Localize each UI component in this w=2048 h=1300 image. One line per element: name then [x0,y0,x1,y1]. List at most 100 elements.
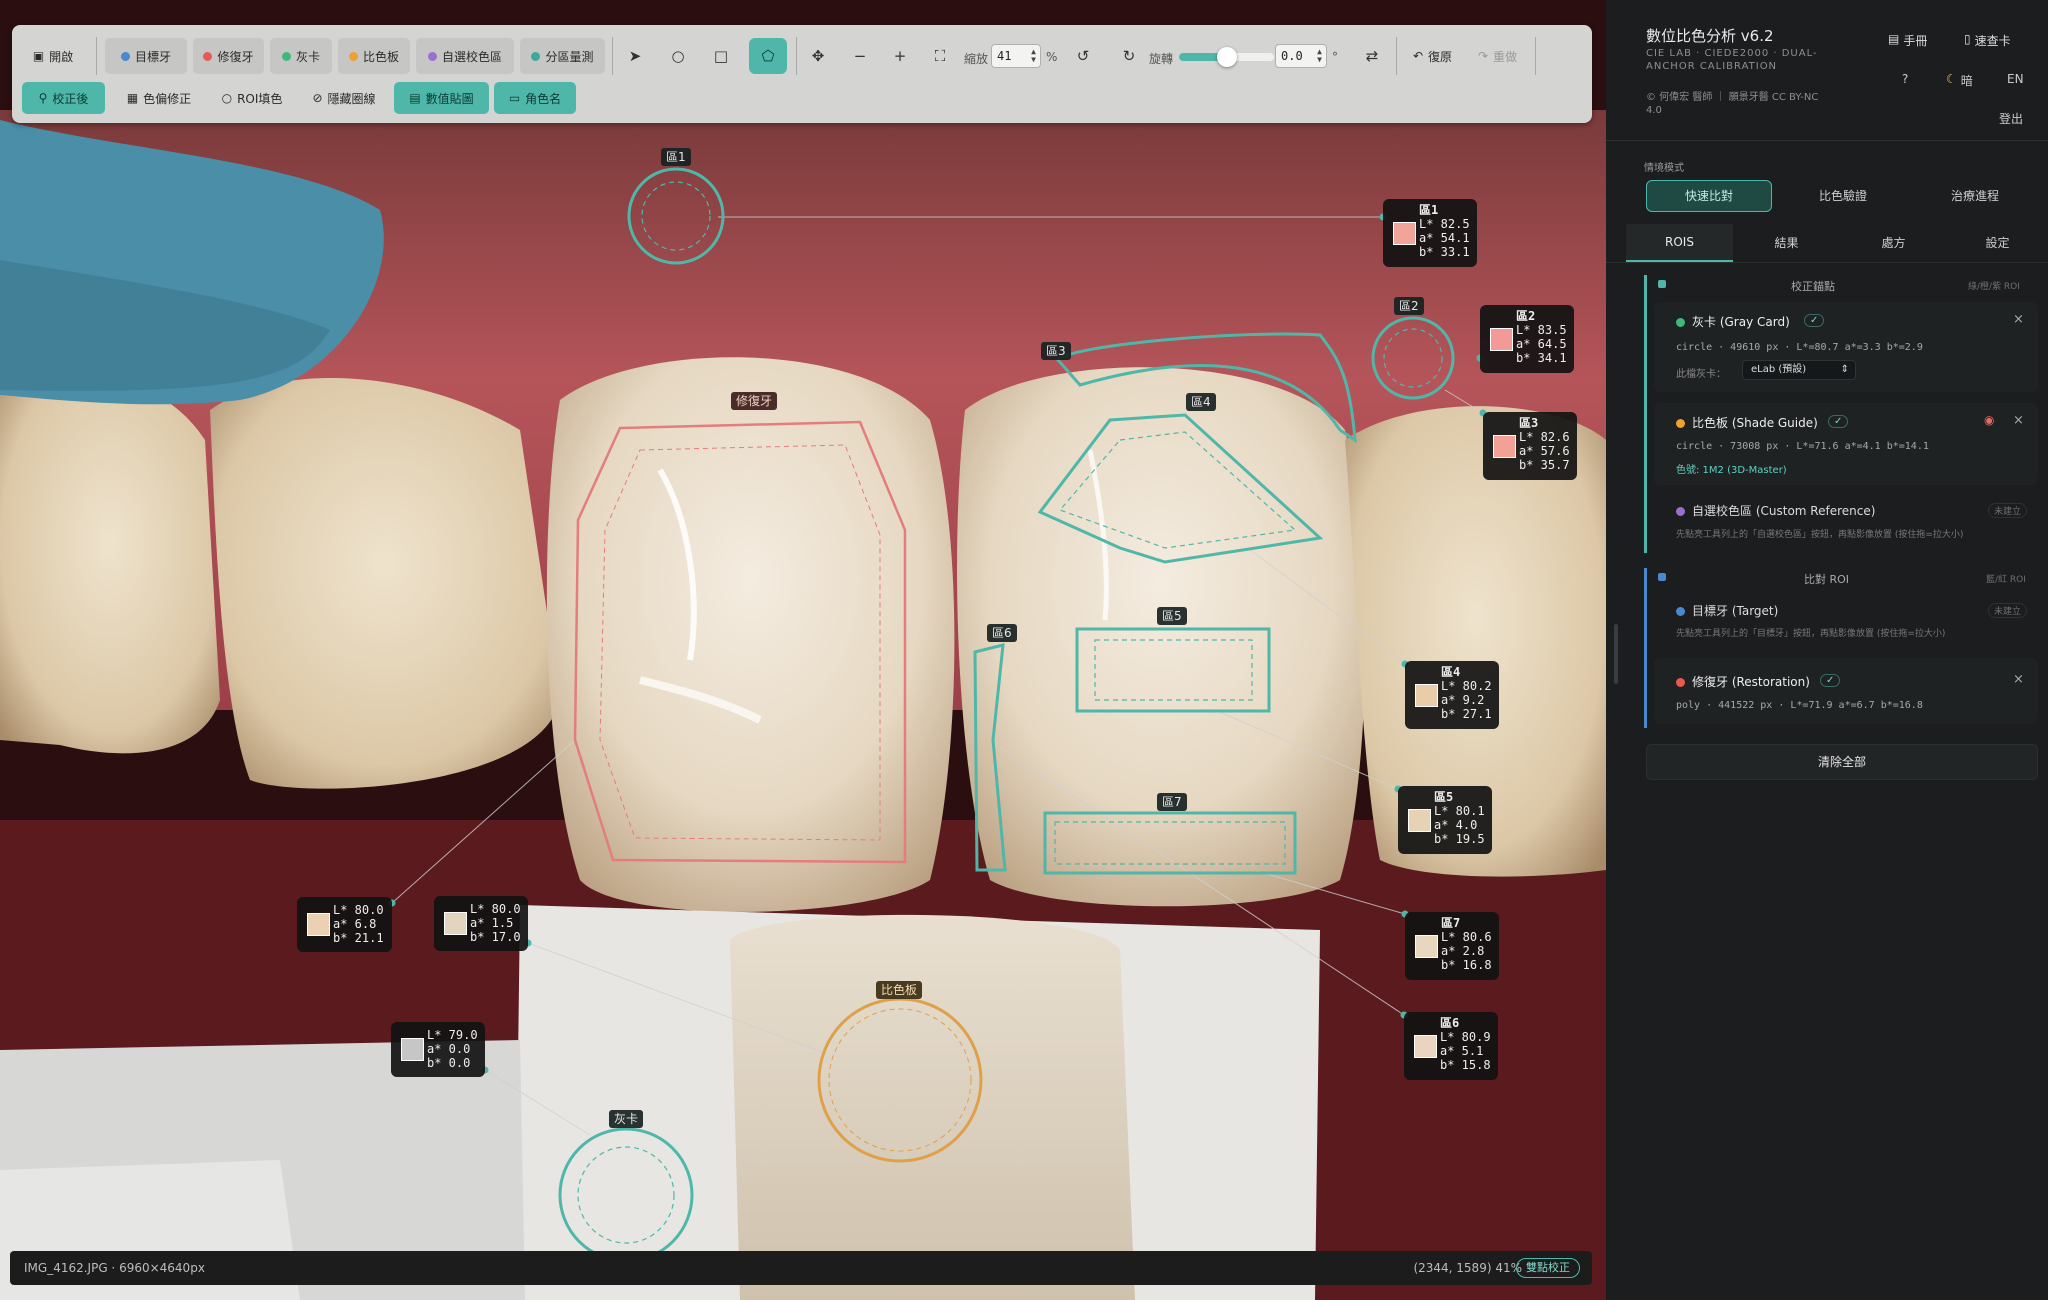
shade-guide-button[interactable]: 比色板 [338,38,410,74]
remove-restoration-button[interactable]: × [2013,672,2024,687]
zone-2-tag[interactable]: 區2 [1394,297,1424,315]
open-button[interactable]: ▣ 開啟 [22,38,84,74]
quick-card-button[interactable]: ▯ 速查卡 [1964,32,2011,49]
stepper-icon[interactable]: ▲ ▼ [1317,48,1322,64]
gray-card-select[interactable]: eLab (預設) ⇕ [1742,360,1856,380]
logout-button[interactable]: 登出 [1999,110,2023,127]
shade-guide-item[interactable]: 比色板 (Shade Guide) ✓ ◉ × circle · 73008 p… [1654,403,2038,485]
value-labels-toggle[interactable]: ▤ 數值貼圖 [394,82,489,114]
gray-card-value-card[interactable]: L* 79.0 a* 0.0 b* 0.0 [391,1022,485,1077]
dark-mode-toggle[interactable]: ☾ 暗 [1946,72,1973,89]
tab-rois[interactable]: ROIS [1626,224,1733,262]
restoration-item[interactable]: 修復牙 (Restoration) ✓ × poly · 441522 px ·… [1654,658,2038,724]
sidebar: 數位比色分析 v6.2 CIE LAB · CIEDE2000 · DUAL-A… [1606,0,2048,1300]
zone-5-value-card[interactable]: 區5 L* 80.1 a* 4.0 b* 19.5 [1398,786,1492,854]
target-tooth-title: 目標牙 (Target) [1692,604,1779,618]
slider-knob[interactable] [1217,47,1237,67]
document-icon: ▯ [1964,32,1971,46]
lab-values: L* 83.5 a* 64.5 b* 34.1 [1516,323,1567,365]
gray-card-button[interactable]: 灰卡 [270,38,332,74]
polygon-tool-icon[interactable]: ⬠ [749,38,787,74]
restoration-title: 修復牙 (Restoration) [1692,675,1810,689]
rotate-input[interactable]: 0.0 ▲ ▼ [1275,44,1327,68]
restoration-value-card[interactable]: L* 80.0 a* 6.8 b* 21.1 [297,897,392,952]
color-deviation-toggle[interactable]: ▦ 色偏修正 [115,82,203,114]
target-tooth-button[interactable]: 目標牙 [105,38,187,74]
fit-screen-icon[interactable]: ⛶ [924,38,956,74]
rotate-label: 旋轉 [1149,52,1174,66]
compare-hint: 藍/紅 ROI [1986,575,2026,585]
roi-fill-toggle[interactable]: ○ ROI填色 [212,82,292,114]
mode-shade-verify[interactable]: 比色驗證 [1780,180,1906,212]
flip-icon[interactable]: ⇄ [1356,38,1388,74]
hide-outline-toggle[interactable]: ⊘ 隱藏圈線 [300,82,388,114]
corrected-label: 校正後 [52,91,89,106]
gray-card-item[interactable]: 灰卡 (Gray Card) ✓ × circle · 49610 px · L… [1654,302,2038,392]
zoom-in-icon[interactable]: + [884,38,916,74]
remove-gray-card-button[interactable]: × [2013,312,2024,327]
zone-7-tag[interactable]: 區7 [1157,793,1187,811]
custom-reference-button[interactable]: 自選校色區 [416,38,514,74]
zone-4-tag[interactable]: 區4 [1186,393,1216,411]
stepper-icon[interactable]: ▲ ▼ [1031,48,1036,64]
corrected-toggle[interactable]: ⚲ 校正後 [22,82,105,114]
zone-7-value-card[interactable]: 區7 L* 80.6 a* 2.8 b* 16.8 [1405,912,1499,980]
custom-reference-item[interactable]: 自選校色區 (Custom Reference) 未建立 先點亮工具列上的「自選… [1654,494,2038,548]
zone-1-value-card[interactable]: 區1 L* 82.5 a* 54.1 b* 33.1 [1383,199,1477,267]
image-canvas[interactable]: 區1 區3 區4 區2 區5 區6 區7 修復牙 比色板 灰卡 區1 L* 82… [0,0,1606,1300]
zoom-out-icon[interactable]: − [844,38,876,74]
mode-quick-compare[interactable]: 快速比對 [1646,180,1772,212]
color-swatch [1408,809,1431,832]
shade-picker-icon[interactable]: ◉ [1984,413,1994,427]
zone-2-value-card[interactable]: 區2 L* 83.5 a* 64.5 b* 34.1 [1480,305,1574,373]
rotate-slider[interactable] [1179,47,1274,67]
pan-icon[interactable]: ✥ [802,38,834,74]
role-names-toggle[interactable]: ▭ 角色名 [494,82,576,114]
cursor-coords: (2344, 1589) 41% [1413,1261,1522,1275]
color-swatch [1490,328,1513,351]
tab-settings[interactable]: 設定 [1947,224,2048,262]
zone-1-tag[interactable]: 區1 [661,148,691,166]
lab-values: L* 80.2 a* 9.2 b* 27.1 [1441,679,1492,721]
undo-button[interactable]: ↶ 復原 [1405,38,1460,74]
calibration-badge: 雙點校正 [1516,1258,1580,1278]
help-button[interactable]: ? [1902,72,1908,86]
tab-results[interactable]: 結果 [1733,224,1840,262]
chevron-updown-icon: ⇕ [1840,364,1849,375]
shade-code: 色號: 1M2 (3D-Master) [1676,465,1787,476]
pointer-icon[interactable]: ➤ [619,38,651,74]
orange-dot-icon [1676,419,1685,428]
shade-guide-info: circle · 73008 px · L*=71.6 a*=4.1 b*=14… [1676,441,1929,452]
gray-card-tag[interactable]: 灰卡 [609,1110,644,1128]
mode-treatment-progress[interactable]: 治療進程 [1912,180,2038,212]
zone-measure-button[interactable]: 分區量測 [520,38,605,74]
zone-5-tag[interactable]: 區5 [1157,607,1187,625]
status-bar: IMG_4162.JPG · 6960×4640px (2344, 1589) … [10,1251,1592,1285]
target-tooth-item[interactable]: 目標牙 (Target) 未建立 先點亮工具列上的「目標牙」按鈕，再點影像放置 … [1654,596,2038,646]
restoration-tag[interactable]: 修復牙 [731,392,778,410]
custom-reference-label: 自選校色區 [441,49,502,64]
restoration-button[interactable]: 修復牙 [193,38,264,74]
resize-handle[interactable] [1614,624,1618,684]
status-badge: 未建立 [1988,503,2028,518]
shade-guide-value-card[interactable]: L* 80.0 a* 1.5 b* 17.0 [434,896,528,951]
tab-prescription[interactable]: 處方 [1840,224,1947,262]
zone-6-tag[interactable]: 區6 [987,624,1017,642]
language-toggle[interactable]: EN [2007,72,2024,86]
zone-4-value-card[interactable]: 區4 L* 80.2 a* 9.2 b* 27.1 [1405,661,1499,729]
zoom-input[interactable]: 41 ▲ ▼ [991,44,1041,68]
shade-guide-tag[interactable]: 比色板 [876,981,923,999]
clear-all-button[interactable]: 清除全部 [1646,744,2038,780]
circle-tool-icon[interactable]: ○ [662,38,694,74]
remove-shade-guide-button[interactable]: × [2013,413,2024,428]
redo-button[interactable]: ↷ 重做 [1470,38,1525,74]
divider [1606,140,2048,141]
zone-3-tag[interactable]: 區3 [1041,342,1071,360]
manual-button[interactable]: ▤ 手冊 [1888,32,1927,49]
rotate-right-icon[interactable]: ↻ [1113,38,1145,74]
zone-3-value-card[interactable]: 區3 L* 82.6 a* 57.6 b* 35.7 [1483,412,1577,480]
rotate-left-icon[interactable]: ↺ [1067,38,1099,74]
lab-values: L* 79.0 a* 0.0 b* 0.0 [427,1028,478,1070]
rectangle-tool-icon[interactable]: □ [705,38,737,74]
zone-6-value-card[interactable]: 區6 L* 80.9 a* 5.1 b* 15.8 [1404,1012,1498,1080]
